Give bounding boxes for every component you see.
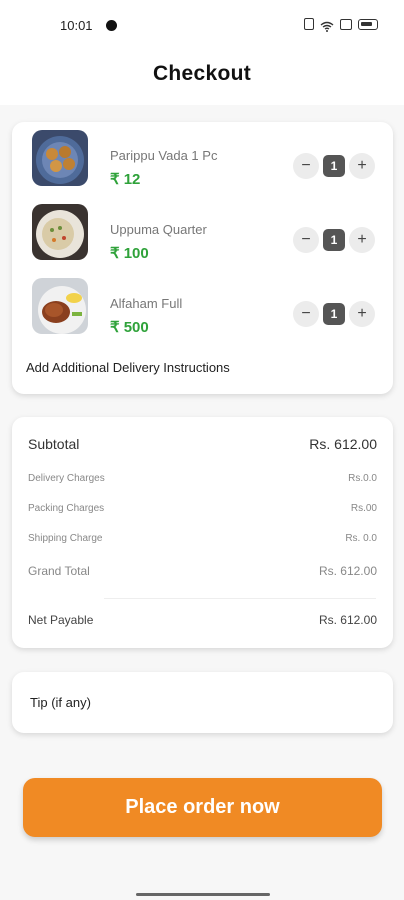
quantity-value: 1 [323,229,345,251]
bill-summary-card: Subtotal Rs. 612.00 Delivery Charges Rs.… [12,417,393,648]
cart-item: Alfaham Full ₹ 500 − 1 + [12,278,393,338]
vibrate-icon [304,18,314,30]
packing-charges-label: Packing Charges [28,503,105,514]
delivery-charges-label: Delivery Charges [28,473,105,484]
quantity-value: 1 [323,303,345,325]
status-bar: 10:01 [0,0,404,50]
home-indicator[interactable] [136,893,270,896]
quantity-stepper: − 1 + [293,301,375,327]
quantity-stepper: − 1 + [293,153,375,179]
increase-quantity-button[interactable]: + [349,227,375,253]
app-notification-icon [106,20,117,31]
battery-icon [358,18,378,30]
packing-charges-row: Packing Charges Rs.00 [28,503,377,514]
divider [104,598,376,599]
tip-label: Tip (if any) [30,695,91,710]
item-price: ₹ 500 [110,319,149,336]
increase-quantity-button[interactable]: + [349,301,375,327]
subtotal-row: Subtotal Rs. 612.00 [28,436,377,452]
increase-quantity-button[interactable]: + [349,153,375,179]
item-price: ₹ 12 [110,171,141,188]
net-payable-label: Net Payable [28,613,94,627]
decrease-quantity-button[interactable]: − [293,153,319,179]
item-image-parippu-vada [32,130,88,186]
cart-items-card: Parippu Vada 1 Pc ₹ 12 − 1 + Uppuma Quar… [12,122,393,394]
delivery-charges-value: Rs.0.0 [348,473,377,484]
item-name: Alfaham Full [110,296,183,311]
shipping-charge-value: Rs. 0.0 [345,533,377,544]
grand-total-value: Rs. 612.00 [318,564,377,578]
quantity-stepper: − 1 + [293,227,375,253]
cart-item: Parippu Vada 1 Pc ₹ 12 − 1 + [12,130,393,190]
quantity-value: 1 [323,155,345,177]
add-delivery-instructions-link[interactable]: Add Additional Delivery Instructions [26,360,230,375]
shipping-charge-row: Shipping Charge Rs. 0.0 [28,533,377,544]
status-time: 10:01 [60,18,93,33]
net-payable-row: Net Payable Rs. 612.00 [28,613,377,627]
header: Checkout [0,50,404,105]
net-payable-value: Rs. 612.00 [318,613,377,627]
item-name: Parippu Vada 1 Pc [110,148,218,163]
packing-charges-value: Rs.00 [350,503,377,514]
place-order-button[interactable]: Place order now [23,778,382,837]
grand-total-row: Grand Total Rs. 612.00 [28,564,377,578]
item-name: Uppuma Quarter [110,222,207,237]
status-icons [304,18,378,32]
subtotal-value: Rs. 612.00 [309,436,377,452]
subtotal-label: Subtotal [28,436,80,452]
delivery-charges-row: Delivery Charges Rs.0.0 [28,473,377,484]
item-price: ₹ 100 [110,245,149,262]
tip-card[interactable]: Tip (if any) [12,672,393,733]
item-image-uppuma [32,204,88,260]
item-image-alfaham [32,278,88,334]
grand-total-label: Grand Total [28,564,90,578]
cart-item: Uppuma Quarter ₹ 100 − 1 + [12,204,393,264]
wifi-icon [320,19,334,32]
page-title: Checkout [152,62,252,85]
decrease-quantity-button[interactable]: − [293,227,319,253]
shipping-charge-label: Shipping Charge [28,533,103,544]
decrease-quantity-button[interactable]: − [293,301,319,327]
nfc-icon [340,18,352,30]
